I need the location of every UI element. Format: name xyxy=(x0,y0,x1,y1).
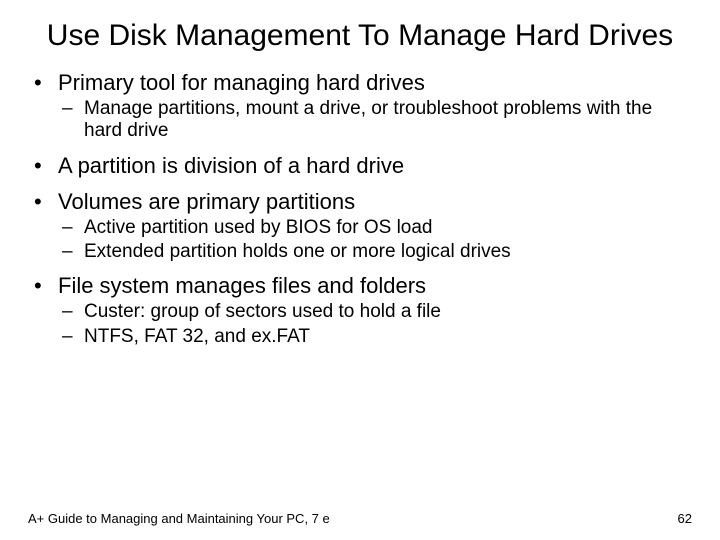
bullet-text: Primary tool for managing hard drives xyxy=(58,70,425,95)
list-item: NTFS, FAT 32, and ex.FAT xyxy=(58,326,692,348)
bullet-text: File system manages files and folders xyxy=(58,273,426,298)
footer-left: A+ Guide to Managing and Maintaining You… xyxy=(28,511,330,526)
list-item: Extended partition holds one or more log… xyxy=(58,241,692,263)
bullet-list: Primary tool for managing hard drives Ma… xyxy=(28,70,692,348)
page-number: 62 xyxy=(678,511,692,526)
slide-footer: A+ Guide to Managing and Maintaining You… xyxy=(28,511,692,526)
slide-title: Use Disk Management To Manage Hard Drive… xyxy=(0,0,720,54)
list-item: Volumes are primary partitions Active pa… xyxy=(28,189,692,264)
list-item: Primary tool for managing hard drives Ma… xyxy=(28,70,692,143)
list-item: Custer: group of sectors used to hold a … xyxy=(58,301,692,323)
slide: Use Disk Management To Manage Hard Drive… xyxy=(0,0,720,540)
bullet-text: A partition is division of a hard drive xyxy=(58,153,404,178)
list-item: A partition is division of a hard drive xyxy=(28,153,692,179)
bullet-text: Manage partitions, mount a drive, or tro… xyxy=(84,98,652,141)
list-item: Manage partitions, mount a drive, or tro… xyxy=(58,98,692,143)
bullet-text: Extended partition holds one or more log… xyxy=(84,241,511,262)
bullet-text: NTFS, FAT 32, and ex.FAT xyxy=(84,326,310,347)
bullet-text: Volumes are primary partitions xyxy=(58,189,355,214)
bullet-text: Custer: group of sectors used to hold a … xyxy=(84,301,441,322)
slide-body: Primary tool for managing hard drives Ma… xyxy=(0,54,720,348)
sub-list: Custer: group of sectors used to hold a … xyxy=(58,301,692,348)
bullet-text: Active partition used by BIOS for OS loa… xyxy=(84,217,433,238)
sub-list: Active partition used by BIOS for OS loa… xyxy=(58,217,692,264)
sub-list: Manage partitions, mount a drive, or tro… xyxy=(58,98,692,143)
list-item: File system manages files and folders Cu… xyxy=(28,273,692,348)
list-item: Active partition used by BIOS for OS loa… xyxy=(58,217,692,239)
